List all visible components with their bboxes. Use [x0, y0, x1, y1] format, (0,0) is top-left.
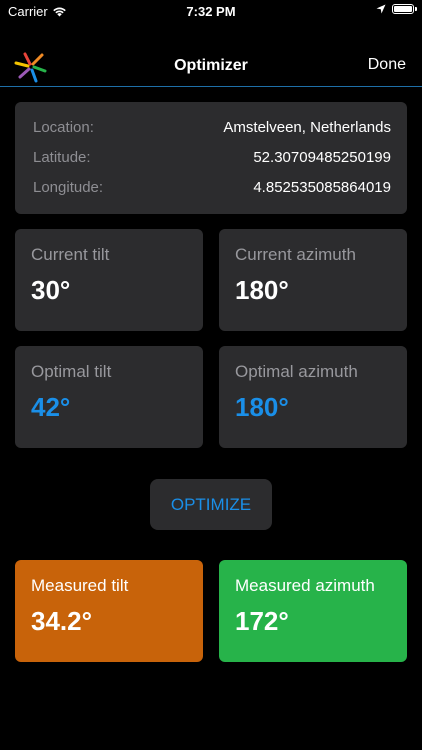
status-time: 7:32 PM	[186, 4, 236, 19]
measured-azimuth-card: Measured azimuth 172°	[219, 560, 407, 662]
nav-bar: Optimizer Done	[0, 44, 422, 87]
location-label: Location:	[33, 118, 94, 136]
longitude-label: Longitude:	[33, 178, 104, 196]
done-button[interactable]: Done	[368, 56, 406, 74]
latitude-row: Latitude: 52.30709485250199	[33, 142, 391, 172]
status-bar: Carrier 7:32 PM	[0, 0, 422, 24]
current-tilt-value: 30°	[31, 275, 71, 305]
optimize-button[interactable]: OPTIMIZE	[150, 479, 272, 530]
status-right	[376, 4, 417, 14]
measured-azimuth-value: 172°	[235, 606, 289, 636]
measured-tilt-label: Measured tilt	[31, 576, 129, 595]
optimal-azimuth-card: Optimal azimuth 180°	[219, 346, 407, 448]
optimal-tilt-label: Optimal tilt	[31, 362, 112, 381]
measured-azimuth-label: Measured azimuth	[235, 576, 375, 595]
battery-icon	[392, 4, 417, 14]
location-info-card: Location: Amstelveen, Netherlands Latitu…	[15, 102, 407, 214]
latitude-label: Latitude:	[33, 148, 91, 166]
current-azimuth-card: Current azimuth 180°	[219, 229, 407, 331]
optimal-azimuth-label: Optimal azimuth	[235, 362, 358, 381]
current-tilt-label: Current tilt	[31, 245, 110, 264]
longitude-value: 4.852535085864019	[253, 178, 391, 196]
current-azimuth-value: 180°	[235, 275, 289, 305]
current-tilt-card: Current tilt 30°	[15, 229, 203, 331]
optimal-tilt-card: Optimal tilt 42°	[15, 346, 203, 448]
location-arrow-icon	[376, 4, 386, 14]
location-value: Amstelveen, Netherlands	[223, 118, 391, 136]
optimal-azimuth-value: 180°	[235, 392, 289, 422]
optimal-tilt-value: 42°	[31, 392, 71, 422]
longitude-row: Longitude: 4.852535085864019	[33, 172, 391, 202]
measured-tilt-value: 34.2°	[31, 606, 93, 636]
current-azimuth-label: Current azimuth	[235, 245, 356, 264]
location-row: Location: Amstelveen, Netherlands	[33, 112, 391, 142]
latitude-value: 52.30709485250199	[253, 148, 391, 166]
measured-tilt-card: Measured tilt 34.2°	[15, 560, 203, 662]
page-title: Optimizer	[174, 57, 248, 74]
